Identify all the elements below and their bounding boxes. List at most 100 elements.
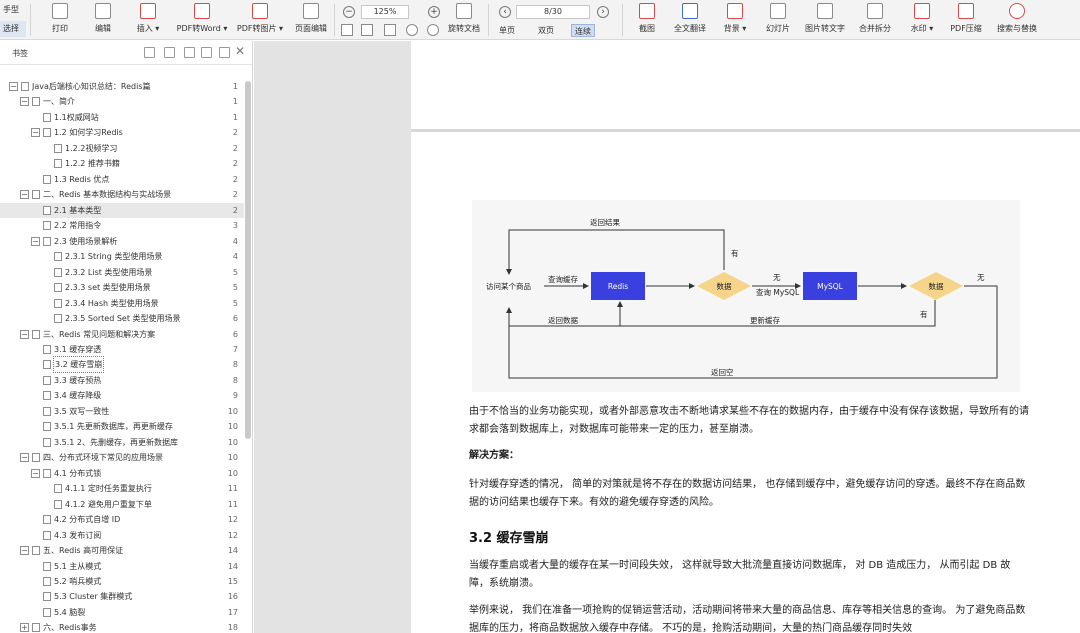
print-button[interactable]: 打印 xyxy=(44,3,76,38)
delete-bookmark-icon[interactable] xyxy=(219,47,230,58)
page-edit-button[interactable]: 页面编辑 xyxy=(292,3,330,38)
bookmark-item[interactable]: 4.3 发布订阅 12 xyxy=(0,528,244,543)
pdf-to-image-icon xyxy=(252,3,268,19)
bookmark-item[interactable]: − 五、Redis 高可用保证 14 xyxy=(0,543,244,558)
bookmark-item[interactable]: − Java后端核心知识总结：Redis篇 1 xyxy=(0,79,244,94)
expand-icon[interactable]: + xyxy=(20,623,29,633)
bookmark-icon xyxy=(43,128,51,138)
rotate-right-icon[interactable] xyxy=(427,24,439,36)
watermark-button[interactable]: 水印 ▾ xyxy=(904,3,940,38)
ocr-button[interactable]: 图片转文字 xyxy=(803,3,847,38)
bookmark-icon xyxy=(32,546,40,556)
zoom-input[interactable]: 125% xyxy=(361,5,409,19)
bookmark-item[interactable]: 5.1 主从模式 14 xyxy=(0,559,244,574)
bookmark-item[interactable]: 2.3.3 set 类型使用场景 5 xyxy=(0,280,244,295)
bookmark-icon xyxy=(43,437,51,447)
hand-mode-button[interactable]: 手型 xyxy=(0,2,26,18)
bookmark-item[interactable]: − 四、分布式环境下常见的应用场景 10 xyxy=(0,450,244,465)
bookmark-item[interactable]: 5.2 哨兵模式 15 xyxy=(0,574,244,589)
bookmark-item[interactable]: 2.3.1 String 类型使用场景 4 xyxy=(0,249,244,264)
bookmark-item[interactable]: 4.1.1 定时任务重复执行 11 xyxy=(0,481,244,496)
bookmark-item[interactable]: − 三、Redis 常见问题和解决方案 6 xyxy=(0,327,244,342)
collapse-icon[interactable]: − xyxy=(31,128,40,138)
collapse-icon[interactable]: − xyxy=(9,82,18,91)
bookmark-item[interactable]: 3.4 缓存降级 9 xyxy=(0,388,244,403)
bookmark-item[interactable]: − 1.2 如何学习Redis 2 xyxy=(0,125,244,140)
bookmark-item[interactable]: 3.2 缓存雪崩 8 xyxy=(0,356,244,374)
bookmark-item[interactable]: + 六、Redis事务 18 xyxy=(0,620,244,633)
bookmark-label: 5.3 Cluster 集群模式 xyxy=(54,592,133,602)
bookmark-item[interactable]: 2.1 基本类型 2 xyxy=(0,202,244,219)
rotate-doc-button[interactable]: 旋转文档 xyxy=(446,3,482,38)
search-replace-button[interactable]: 搜索与替换 xyxy=(994,3,1040,38)
collapse-icon[interactable]: − xyxy=(20,190,29,200)
zoom-out-icon[interactable]: − xyxy=(343,6,355,18)
select-mode-button[interactable]: 选择 xyxy=(0,21,26,37)
bookmark-item[interactable]: 5.4 脑裂 17 xyxy=(0,605,244,620)
collapse-icon[interactable]: − xyxy=(31,468,40,478)
prev-page-icon[interactable]: ‹ xyxy=(499,6,511,18)
bookmark-label: Java后端核心知识总结：Redis篇 xyxy=(32,82,151,91)
bookmark-icon xyxy=(43,205,51,215)
bookmark-item[interactable]: 2.3.5 Sorted Set 类型使用场景 6 xyxy=(0,311,244,326)
fit-page-icon[interactable] xyxy=(361,24,373,36)
bookmark-page-number: 11 xyxy=(227,499,238,509)
bookmark-item[interactable]: 3.5.1 先更新数据库，再更新缓存 10 xyxy=(0,419,244,434)
bookmark-item[interactable]: 1.3 Redis 优点 2 xyxy=(0,172,244,187)
bookmark-item[interactable]: 3.5 双写一致性 10 xyxy=(0,404,244,419)
actual-size-icon[interactable] xyxy=(384,24,396,36)
expand-all-icon[interactable] xyxy=(144,47,155,58)
zoom-in-icon[interactable]: + xyxy=(428,6,440,18)
merge-split-button[interactable]: 合并拆分 xyxy=(857,3,893,38)
bookmark-item[interactable]: − 一、简介 1 xyxy=(0,94,244,109)
close-icon[interactable]: ✕ xyxy=(235,45,245,58)
slideshow-button[interactable]: 幻灯片 xyxy=(762,3,794,38)
edit-button[interactable]: 编辑 xyxy=(87,3,119,38)
next-page-icon[interactable]: › xyxy=(597,6,609,18)
bookmark-item[interactable]: 2.2 常用指令 3 xyxy=(0,218,244,233)
bookmark-item[interactable]: 5.3 Cluster 集群模式 16 xyxy=(0,589,244,604)
bookmark-item[interactable]: − 二、Redis 基本数据结构与实战场景 2 xyxy=(0,187,244,202)
bookmark-item[interactable]: − 2.3 使用场景解析 4 xyxy=(0,234,244,249)
bookmark-page-number: 4 xyxy=(232,236,238,246)
translate-button[interactable]: 全文翻译 xyxy=(672,3,708,38)
screenshot-button[interactable]: 截图 xyxy=(633,3,661,38)
bookmark-item[interactable]: 1.1权威网站 1 xyxy=(0,110,244,125)
fit-width-icon[interactable] xyxy=(341,24,353,36)
single-page-view-button[interactable]: 单页 xyxy=(496,24,518,37)
bookmark-item[interactable]: 3.1 缓存穿透 7 xyxy=(0,342,244,357)
bookmark-item[interactable]: 1.2.2视频学习 2 xyxy=(0,141,244,156)
pdf-compress-button[interactable]: PDF压缩 xyxy=(948,3,984,38)
bookmark-item[interactable]: 2.3.2 List 类型使用场景 5 xyxy=(0,265,244,280)
sidebar-scrollbar[interactable] xyxy=(245,81,251,439)
add-bookmark-icon[interactable] xyxy=(184,47,195,58)
bookmark-label: 4.3 发布订阅 xyxy=(54,530,102,540)
background-button[interactable]: 背景 ▾ xyxy=(718,3,752,38)
bookmark-item[interactable]: − 4.1 分布式锁 10 xyxy=(0,466,244,481)
bookmark-item[interactable]: 1.2.2 推荐书籍 2 xyxy=(0,156,244,171)
bookmark-label: 5.1 主从模式 xyxy=(54,561,102,571)
bookmark-label: 4.1 分布式锁 xyxy=(54,468,102,478)
bookmark-item[interactable]: 3.5.1 2、先删缓存，再更新数据库 10 xyxy=(0,435,244,450)
pdf-to-image-button[interactable]: PDF转图片 ▾ xyxy=(234,3,286,38)
collapse-icon[interactable]: − xyxy=(20,97,29,107)
collapse-icon[interactable]: − xyxy=(31,236,40,246)
insert-button[interactable]: 插入 ▾ xyxy=(131,3,165,38)
collapse-icon[interactable]: − xyxy=(20,546,29,556)
collapse-all-icon[interactable] xyxy=(164,47,175,58)
collapse-icon[interactable]: − xyxy=(20,329,29,339)
double-page-view-button[interactable]: 双页 xyxy=(535,24,557,37)
pdf-compress-icon xyxy=(958,3,974,19)
bookmark-page-number: 1 xyxy=(232,82,238,91)
bookmark-page-number: 5 xyxy=(232,267,238,277)
rotate-left-icon[interactable] xyxy=(406,24,418,36)
bookmark-item[interactable]: 4.2 分布式自增 ID 12 xyxy=(0,512,244,527)
bookmark-item[interactable]: 3.3 缓存预热 8 xyxy=(0,373,244,388)
bookmark-icon[interactable] xyxy=(201,47,212,58)
bookmark-item[interactable]: 2.3.4 Hash 类型使用场景 5 xyxy=(0,296,244,311)
collapse-icon[interactable]: − xyxy=(20,453,29,463)
bookmark-item[interactable]: 4.1.2 避免用户重复下单 11 xyxy=(0,497,244,512)
page-number-input[interactable]: 8/30 xyxy=(516,5,590,19)
continuous-view-button[interactable]: 连续 xyxy=(571,24,595,37)
pdf-to-word-button[interactable]: PDF转Word ▾ xyxy=(175,3,229,38)
